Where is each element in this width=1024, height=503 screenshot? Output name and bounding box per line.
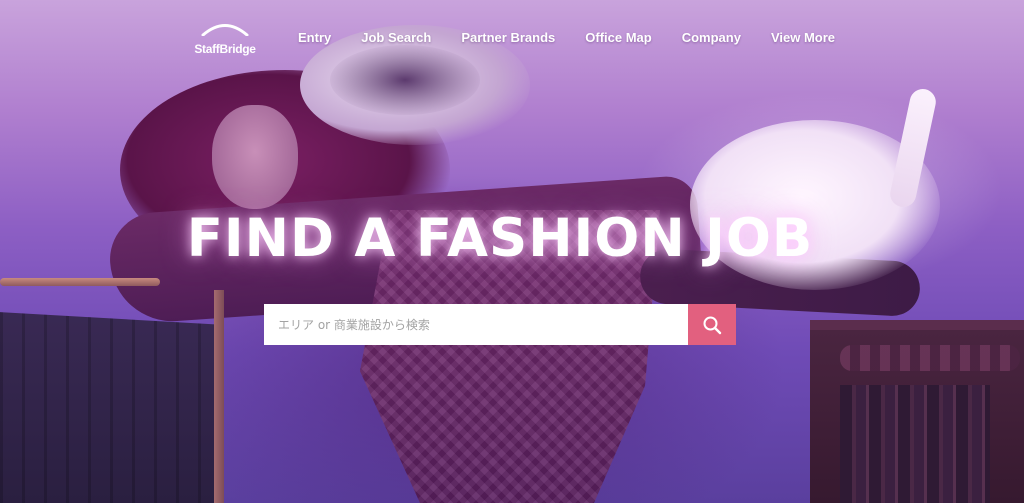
logo-arc-icon: [201, 24, 249, 36]
hero-headline: FIND A FASHION JOB: [186, 208, 814, 269]
search-icon: [703, 316, 722, 334]
search-button[interactable]: [688, 304, 736, 345]
brand-logo[interactable]: StaffBridge: [187, 22, 263, 56]
nav-item-company[interactable]: Company: [682, 30, 741, 48]
nav-item-entry[interactable]: Entry: [298, 30, 331, 48]
search-input[interactable]: [264, 304, 688, 345]
clothes-rack-post: [214, 290, 224, 503]
clothes-on-rack: [0, 312, 215, 503]
nav-item-office-map[interactable]: Office Map: [585, 30, 651, 48]
nav-item-view-more[interactable]: View More: [771, 30, 835, 48]
logo-text: StaffBridge: [194, 42, 256, 56]
nav-item-partner-brands[interactable]: Partner Brands: [461, 30, 555, 48]
nav-item-job-search[interactable]: Job Search: [361, 30, 431, 48]
search-bar: [264, 304, 736, 345]
cabinet-carving: [840, 345, 1020, 371]
nav-menu: Entry Job Search Partner Brands Office M…: [298, 30, 835, 48]
bookshelf-books: [840, 385, 990, 503]
clothes-rack-bar: [0, 278, 160, 286]
model-face: [212, 105, 298, 209]
top-navigation: StaffBridge Entry Job Search Partner Bra…: [0, 0, 1024, 76]
